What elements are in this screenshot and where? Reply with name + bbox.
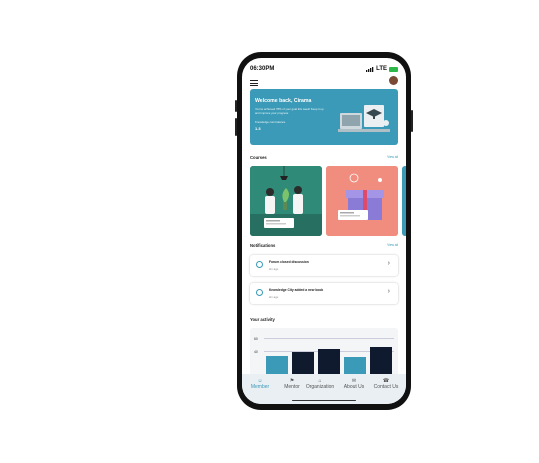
chart-y-tick-label: 60 [254, 336, 258, 341]
lab-illustration-icon [250, 166, 322, 236]
activity-heading: Your activity [250, 317, 275, 322]
notification-item[interactable]: Knowledge City added a new book 2m ago › [250, 283, 398, 304]
bottom-tab-bar: ☺ Member ⚑ Mentor ⌂ Organization ✉ About Us ☎ Con… [242, 374, 406, 404]
app-screen: 06:30PM LTE Welcome back, Cirama You've … [242, 58, 406, 404]
chart-y-tick-label: 40 [254, 350, 258, 355]
chevron-right-icon: › [387, 288, 390, 295]
chart-gridline [264, 337, 394, 339]
notification-item[interactable]: Forum closed discussion 2m ago › [250, 255, 398, 276]
tab-label: Member [250, 384, 270, 390]
battery-icon [389, 66, 398, 72]
courses-view-all-link[interactable]: View all [387, 155, 398, 159]
desk-illustration-icon [338, 105, 390, 132]
notification-time: 2m ago [269, 295, 279, 299]
side-button [411, 110, 413, 132]
status-time: 06:30PM [250, 66, 275, 72]
welcome-title: Welcome back, Cirama [255, 98, 312, 104]
tab-contact-us[interactable]: ☎ Contact Us [370, 378, 402, 390]
tab-organization[interactable]: ⌂ Organization [304, 378, 336, 390]
status-bar: 06:30PM LTE [250, 66, 398, 76]
courses-heading: Courses [250, 155, 267, 160]
bell-icon [256, 261, 263, 268]
bell-icon [256, 289, 263, 296]
tab-member[interactable]: ☺ Member [244, 378, 276, 390]
welcome-subtitle: You've achieved 78% of your goal this we… [255, 107, 324, 115]
knowledge-value: 1.3 [255, 126, 261, 131]
menu-icon[interactable] [250, 80, 258, 86]
avatar[interactable] [389, 76, 398, 85]
tab-label: About Us [343, 384, 365, 390]
course-card-partial[interactable] [402, 166, 406, 236]
notifications-view-all-link[interactable]: View all [387, 243, 398, 247]
gift-illustration-icon [326, 166, 398, 236]
tab-label: Contact Us [373, 384, 399, 390]
course-card[interactable] [250, 166, 322, 236]
status-icons: LTE [366, 66, 398, 72]
welcome-card: Welcome back, Cirama You've achieved 78%… [250, 89, 398, 145]
signal-icon [366, 66, 374, 72]
side-button [235, 118, 237, 136]
notification-time: 2m ago [269, 267, 279, 271]
notification-title: Forum closed discussion [269, 260, 309, 264]
chevron-right-icon: › [387, 260, 390, 267]
notifications-heading: Notifications [250, 243, 276, 248]
network-label: LTE [376, 66, 387, 72]
course-card[interactable] [326, 166, 398, 236]
tab-about-us[interactable]: ✉ About Us [338, 378, 370, 390]
knowledge-label: Knowledge coin balance [255, 120, 286, 124]
home-indicator [292, 399, 356, 401]
tab-label: Organization [305, 384, 335, 390]
side-button [235, 100, 237, 112]
notification-title: Knowledge City added a new book [269, 288, 324, 292]
